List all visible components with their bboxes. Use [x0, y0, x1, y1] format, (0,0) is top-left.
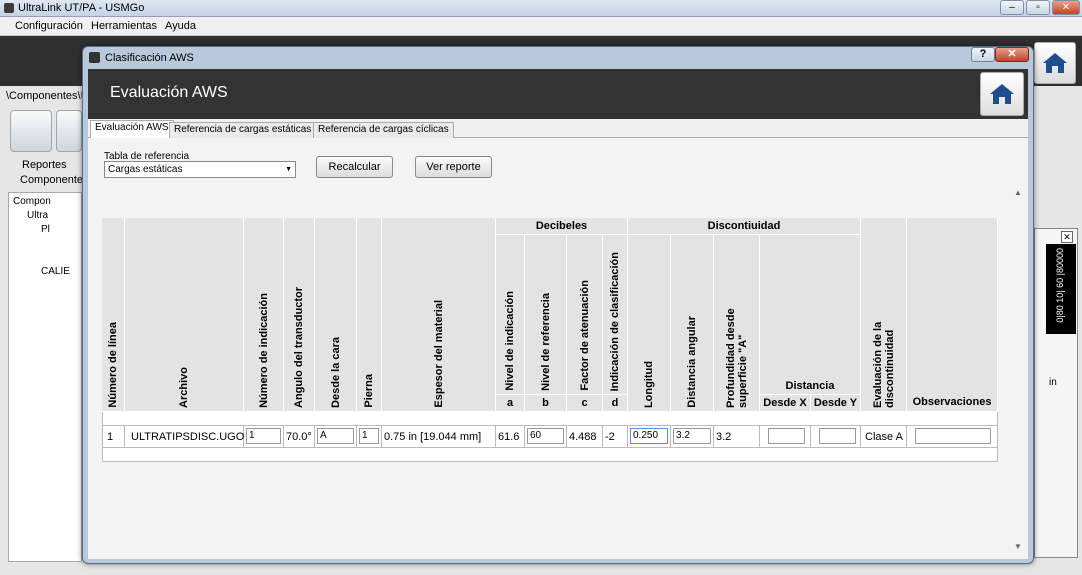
menu-ayuda[interactable]: Ayuda [165, 20, 196, 32]
tab-componentes[interactable]: Componentes [20, 174, 89, 186]
reference-table-value: Cargas estáticas [108, 164, 183, 175]
header-transducer-angle: Angulo del transductor [284, 218, 315, 412]
menubar: Configuración Herramientas Ayuda [0, 17, 1082, 36]
header-angular-distance: Distancia angular [671, 235, 714, 412]
tree-item[interactable]: Ultra [27, 210, 48, 221]
dialog-heading: Evaluación AWS [110, 84, 228, 101]
header-observations: Observaciones [907, 218, 998, 412]
cell-length[interactable]: 0.250 [628, 426, 671, 448]
header-letter-c: c [567, 395, 603, 412]
main-home-button[interactable] [1034, 42, 1076, 84]
view-report-button[interactable]: Ver reporte [415, 156, 492, 178]
scroll-down-arrow[interactable]: ▼ [1014, 542, 1022, 551]
cell-classification: -2 [603, 426, 628, 448]
dialog-titlebar: Clasificación AWS ? ✕ [83, 47, 1033, 69]
maximize-button[interactable]: ▫ [1026, 0, 1050, 15]
header-distance: Distancia [760, 235, 861, 395]
ruler-display: 0|80 10| 60 |80000 [1046, 244, 1076, 334]
cell-angular-distance[interactable]: 3.2 [671, 426, 714, 448]
cell-angle: 70.0° [284, 426, 315, 448]
header-decibels: Decibeles [496, 218, 628, 235]
scroll-up-arrow[interactable]: ▲ [1014, 188, 1022, 197]
component-tree: Compon Ultra Pl CALIE [8, 192, 82, 562]
dialog-app-icon [89, 52, 100, 63]
tab-cargas-ciclicas[interactable]: Referencia de cargas cíclicas [313, 122, 454, 138]
chevron-down-icon: ▼ [285, 166, 292, 173]
reference-table-select[interactable]: Cargas estáticas ▼ [104, 161, 296, 178]
header-length: Longitud [628, 235, 671, 412]
tab-reportes[interactable]: Reportes [22, 159, 67, 171]
header-classification-indication: Indicación de clasificación [603, 235, 628, 395]
new-folder-button[interactable] [10, 110, 52, 152]
dialog-body: Evaluación AWS Evaluación AWS Referencia… [88, 69, 1028, 559]
cell-leg[interactable]: 1 [357, 426, 382, 448]
breadcrumb: \Componentes\Ul [6, 90, 91, 102]
header-letter-d: d [603, 395, 628, 412]
evaluation-content: Tabla de referencia Cargas estáticas ▼ R… [88, 138, 1028, 559]
cell-reference-level[interactable]: 60 [525, 426, 567, 448]
header-indication-level: Nivel de indicación [496, 235, 525, 395]
table-row-empty [102, 412, 998, 426]
header-file: Archivo [125, 218, 244, 412]
header-material-thickness: Espesor del material [382, 218, 496, 412]
table-row-empty [102, 448, 998, 462]
aws-dialog: Clasificación AWS ? ✕ Evaluación AWS Eva… [82, 46, 1034, 564]
home-button[interactable] [980, 72, 1024, 116]
unit-label: in [1049, 377, 1057, 388]
tab-evaluacion-aws[interactable]: Evaluación AWS [90, 120, 174, 139]
app-title: UltraLink UT/PA - USMGo [18, 2, 145, 14]
header-line-number: Número de línea [102, 218, 125, 412]
dialog-header: Evaluación AWS [88, 69, 1028, 119]
ruler-text: 0|80 10| 60 |80000 [1055, 248, 1065, 323]
cell-file: ULTRATIPSDISC.UGO [125, 426, 244, 448]
cell-thickness: 0.75 in [19.044 mm] [382, 426, 496, 448]
cell-evaluation: Clase A [861, 426, 907, 448]
cell-indication-level: 61.6 [496, 426, 525, 448]
tree-item[interactable]: CALIE [41, 266, 70, 277]
minimize-button[interactable]: – [1000, 0, 1024, 15]
side-close-icon[interactable]: ✕ [1061, 231, 1073, 243]
tree-item[interactable]: Compon [13, 196, 51, 207]
cell-depth: 3.2 [714, 426, 760, 448]
header-evaluation: Evaluación de la discontinuidad [861, 218, 907, 412]
main-titlebar: UltraLink UT/PA - USMGo – ▫ ✕ [0, 0, 1082, 17]
dialog-close-button[interactable]: ✕ [995, 47, 1029, 62]
header-from-x: Desde X [760, 395, 811, 412]
cell-line: 1 [102, 426, 125, 448]
help-button[interactable]: ? [971, 47, 995, 62]
main-close-button[interactable]: ✕ [1052, 0, 1080, 15]
header-reference-level: Nivel de referencia [525, 235, 567, 395]
cell-face[interactable]: A [315, 426, 357, 448]
tree-item[interactable]: Pl [41, 224, 50, 235]
dialog-tabbar: Evaluación AWS Referencia de cargas está… [88, 119, 1028, 139]
header-discontinuity: Discontiuidad [628, 218, 861, 235]
recalculate-button[interactable]: Recalcular [316, 156, 393, 178]
new-item-button[interactable] [56, 110, 82, 152]
header-letter-a: a [496, 395, 525, 412]
cell-indication[interactable]: 1 [244, 426, 284, 448]
header-letter-b: b [525, 395, 567, 412]
cell-from-x[interactable] [760, 426, 811, 448]
dialog-title: Clasificación AWS [105, 52, 194, 64]
header-indication-number: Número de indicación [244, 218, 284, 412]
header-from-y: Desde Y [811, 395, 861, 412]
menu-configuracion[interactable]: Configuración [15, 20, 83, 32]
header-face: Desde la cara [315, 218, 357, 412]
cell-observations[interactable] [907, 426, 998, 448]
tab-cargas-estaticas[interactable]: Referencia de cargas estáticas [169, 122, 317, 138]
cell-from-y[interactable] [811, 426, 861, 448]
app-icon [4, 3, 14, 13]
home-icon [1043, 53, 1067, 73]
header-leg: Pierna [357, 218, 382, 412]
header-attenuation-factor: Factor de atenuación [567, 235, 603, 395]
home-icon [990, 84, 1014, 104]
header-depth: Profundidad desde superficie "A" [714, 235, 760, 412]
cell-attenuation: 4.488 [567, 426, 603, 448]
menu-herramientas[interactable]: Herramientas [91, 20, 157, 32]
